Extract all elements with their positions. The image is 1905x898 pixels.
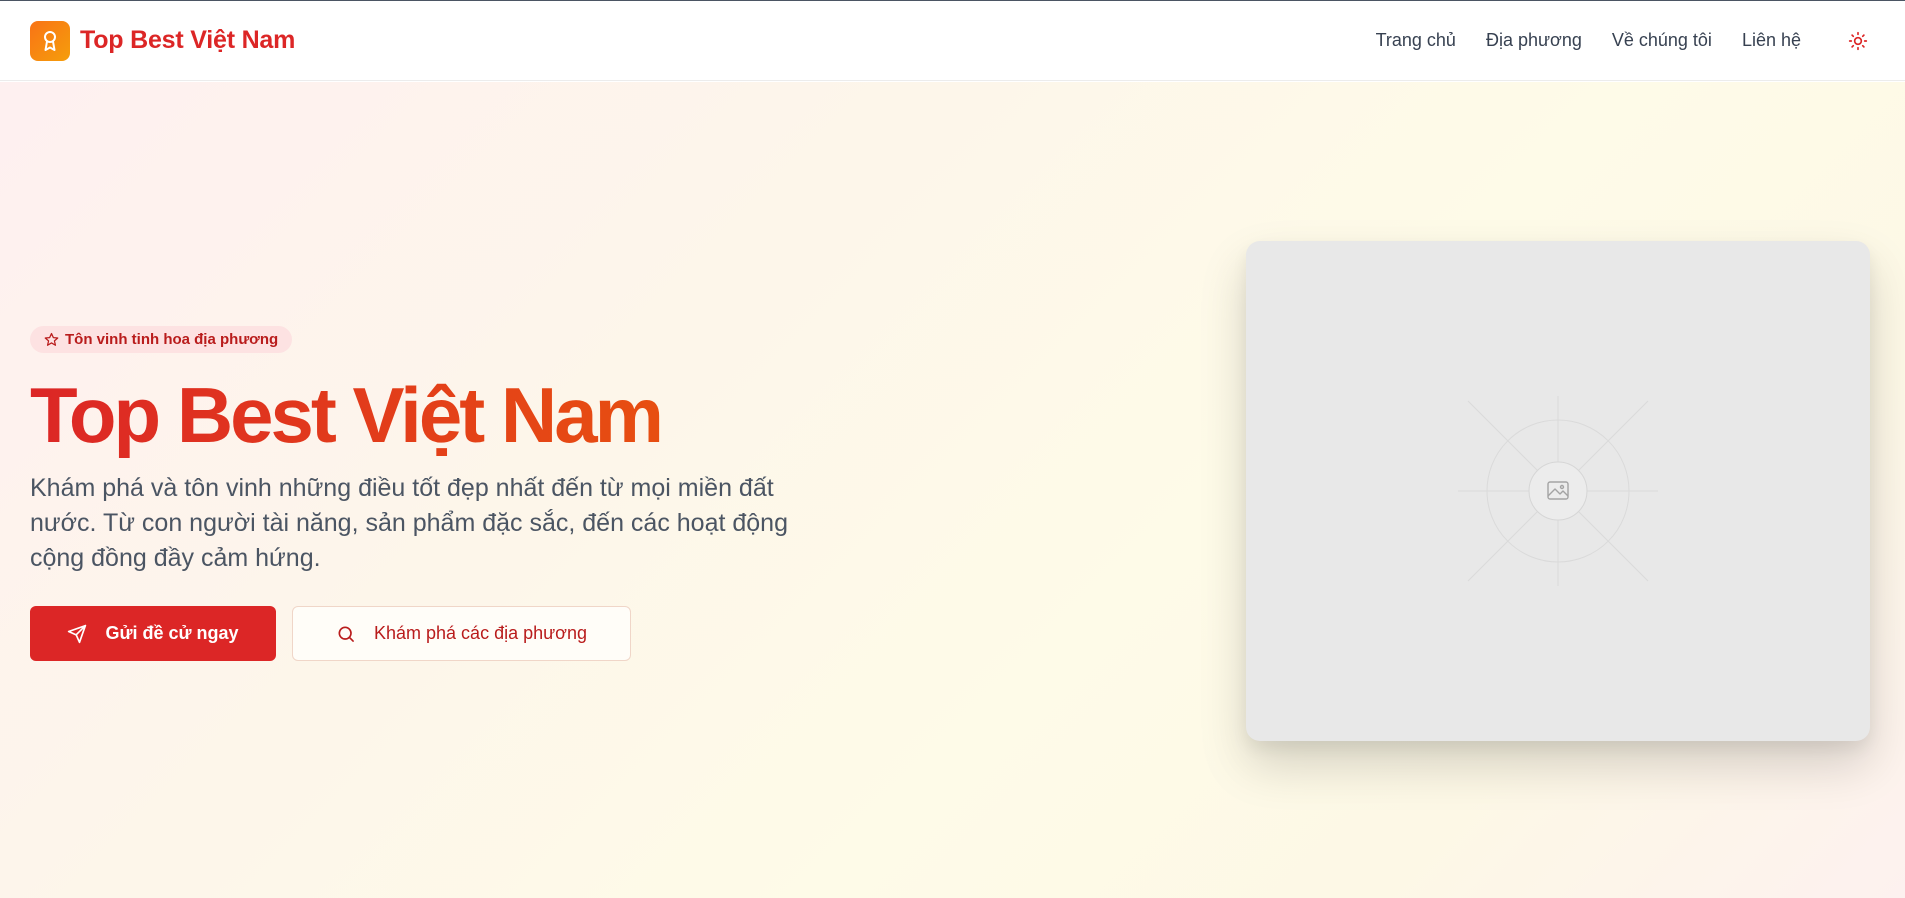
explore-localities-button[interactable]: Khám phá các địa phương xyxy=(292,606,631,661)
award-ribbon-icon xyxy=(30,20,70,61)
hero-section: Tôn vinh tinh hoa địa phương Top Best Vi… xyxy=(0,82,1905,898)
theme-toggle-button[interactable] xyxy=(1841,24,1875,58)
hero-content: Tôn vinh tinh hoa địa phương Top Best Vi… xyxy=(30,326,810,661)
image-placeholder-graphic xyxy=(1458,396,1658,586)
navbar: Top Best Việt Nam Trang chủ Địa phương V… xyxy=(0,1,1905,81)
sun-icon xyxy=(1848,31,1868,50)
nav-link-about[interactable]: Về chúng tôi xyxy=(1612,30,1712,51)
hero-actions: Gửi đề cử ngay Khám phá các địa phương xyxy=(30,606,810,661)
brand-link[interactable]: Top Best Việt Nam xyxy=(30,20,296,61)
send-icon xyxy=(68,624,87,643)
explore-localities-label: Khám phá các địa phương xyxy=(374,623,587,643)
search-icon xyxy=(338,626,354,642)
hero-badge-text: Tôn vinh tinh hoa địa phương xyxy=(65,331,279,348)
hero-title: Top Best Việt Nam xyxy=(30,371,810,459)
nav-menu: Trang chủ Địa phương Về chúng tôi Liên h… xyxy=(1376,24,1875,58)
submit-nomination-label: Gửi đề cử ngay xyxy=(105,623,239,643)
star-icon xyxy=(44,332,59,346)
submit-nomination-button[interactable]: Gửi đề cử ngay xyxy=(30,606,276,661)
hero-image-placeholder xyxy=(1246,241,1870,741)
hero-badge: Tôn vinh tinh hoa địa phương xyxy=(30,326,293,353)
nav-link-localities[interactable]: Địa phương xyxy=(1486,30,1582,51)
nav-link-home[interactable]: Trang chủ xyxy=(1376,30,1456,51)
nav-link-contact[interactable]: Liên hệ xyxy=(1742,30,1801,51)
brand-name: Top Best Việt Nam xyxy=(80,26,296,54)
hero-description: Khám phá và tôn vinh những điều tốt đẹp … xyxy=(30,474,788,572)
